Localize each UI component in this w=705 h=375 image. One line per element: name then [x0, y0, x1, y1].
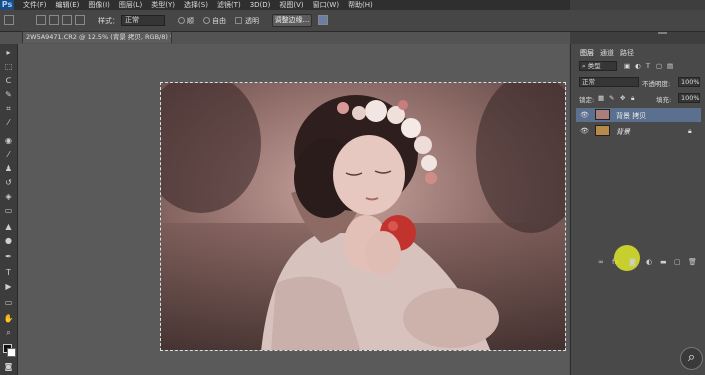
- clone-stamp-tool-icon[interactable]: ♟: [3, 164, 14, 173]
- layer-name[interactable]: 背景: [616, 127, 630, 137]
- add-mask-icon[interactable]: ◙: [629, 258, 636, 266]
- dodge-tool-icon[interactable]: ●: [3, 236, 14, 245]
- subtract-selection-icon[interactable]: [62, 15, 72, 25]
- radio-1[interactable]: [178, 17, 185, 24]
- radio-2[interactable]: [203, 17, 210, 24]
- layer-row-background[interactable]: 👁︎ 背景 🔒︎: [576, 124, 701, 138]
- style-label: 样式：: [98, 17, 119, 25]
- healing-brush-tool-icon[interactable]: ◉: [3, 136, 14, 145]
- opacity-label: 不透明度:: [642, 80, 671, 88]
- blur-tool-icon[interactable]: ▲: [3, 222, 14, 231]
- lock-label: 锁定:: [579, 96, 595, 104]
- workspace-icon[interactable]: [318, 15, 328, 25]
- toolbox: ▸ ⬚ ᑕ ✎ ⌗ ⁄ ◉ ⁄ ♟ ↺ ◈ ▭ ▲ ● ✒ T ▶ ▭ ✋ ⌕ …: [0, 44, 18, 375]
- menu-filter[interactable]: 滤镜(T): [217, 0, 241, 10]
- radio-1-label: 顺: [187, 17, 194, 25]
- checkbox-label: 透明: [245, 17, 259, 25]
- brush-tool-icon[interactable]: ⁄: [3, 150, 14, 159]
- style-select[interactable]: 正常: [121, 15, 165, 26]
- eraser-tool-icon[interactable]: ◈: [3, 192, 14, 201]
- layer-thumbnail: [595, 109, 610, 120]
- layer-thumbnail: [595, 125, 610, 136]
- lasso-tool-icon[interactable]: ᑕ: [3, 76, 14, 85]
- filter-smart-icon[interactable]: ▤: [667, 62, 673, 70]
- marquee-tool-icon[interactable]: ⬚: [3, 62, 14, 71]
- menu-view[interactable]: 视图(V): [279, 0, 303, 10]
- radio-2-label: 自由: [212, 17, 226, 25]
- quick-mask-icon[interactable]: ◙: [3, 362, 14, 371]
- document-tab[interactable]: 2W5A9471.CR2 @ 12.5% (背景 拷贝, RGB/8) *: [22, 31, 172, 43]
- marquee-tool-preset-icon[interactable]: [4, 15, 14, 25]
- eyedropper-tool-icon[interactable]: ⁄: [3, 118, 14, 127]
- crop-tool-icon[interactable]: ⌗: [3, 104, 14, 113]
- delete-layer-icon[interactable]: 🗑︎: [688, 258, 697, 266]
- quick-select-tool-icon[interactable]: ✎: [3, 90, 14, 99]
- document-canvas-image[interactable]: [160, 82, 566, 351]
- new-layer-icon[interactable]: ▢: [674, 258, 681, 266]
- magnifier-icon[interactable]: ⌕: [680, 347, 703, 370]
- tab-channels[interactable]: 通道: [600, 48, 614, 58]
- fill-label: 填充:: [656, 96, 672, 104]
- lock-all-icon[interactable]: 🔒︎: [631, 94, 634, 103]
- menu-select[interactable]: 选择(S): [184, 0, 208, 10]
- menu-window[interactable]: 窗口(W): [313, 0, 339, 10]
- lock-transparent-icon[interactable]: ▦: [598, 94, 604, 102]
- transparent-checkbox[interactable]: [235, 17, 242, 24]
- new-selection-icon[interactable]: [36, 15, 46, 25]
- add-selection-icon[interactable]: [49, 15, 59, 25]
- lock-icon: 🔒︎: [688, 127, 692, 135]
- zoom-tool-icon[interactable]: ⌕: [3, 328, 14, 337]
- layer-row-background-copy[interactable]: 👁︎ 背景 拷贝: [576, 108, 701, 122]
- menu-3d[interactable]: 3D(D): [250, 1, 271, 9]
- kind-filter-select[interactable]: ⌕ 类型: [579, 61, 617, 71]
- refine-edge-button[interactable]: 调整边缘...: [272, 14, 312, 27]
- menu-edit[interactable]: 编辑(E): [56, 0, 80, 10]
- type-tool-icon[interactable]: T: [3, 268, 14, 277]
- lock-pixels-icon[interactable]: ✎: [609, 94, 614, 102]
- filter-pixel-icon[interactable]: ▣: [624, 62, 630, 70]
- menu-help[interactable]: 帮助(H): [348, 0, 373, 10]
- menu-file[interactable]: 文件(F): [23, 0, 47, 10]
- tab-paths[interactable]: 路径: [620, 48, 634, 58]
- move-tool-icon[interactable]: ▸: [3, 48, 14, 57]
- shape-tool-icon[interactable]: ▭: [3, 298, 14, 307]
- adjustment-layer-icon[interactable]: ◐: [646, 258, 652, 266]
- options-bar: 样式： 正常 顺 自由 透明 调整边缘...: [0, 10, 705, 32]
- portrait-photo: [161, 83, 565, 350]
- cursor-highlight: [614, 245, 640, 271]
- link-layers-icon[interactable]: ∞: [598, 258, 604, 266]
- tab-layers[interactable]: 图层: [580, 48, 594, 58]
- menu-type[interactable]: 类型(Y): [151, 0, 175, 10]
- fill-input[interactable]: 100%: [678, 93, 700, 103]
- kind-filter-value: 类型: [587, 62, 601, 70]
- intersect-selection-icon[interactable]: [75, 15, 85, 25]
- gradient-tool-icon[interactable]: ▭: [3, 206, 14, 215]
- app-logo: Ps: [0, 0, 14, 10]
- history-brush-tool-icon[interactable]: ↺: [3, 178, 14, 187]
- path-select-tool-icon[interactable]: ▶: [3, 282, 14, 291]
- new-group-icon[interactable]: ▬: [660, 258, 667, 266]
- blend-mode-select[interactable]: 正常: [579, 77, 639, 87]
- hand-tool-icon[interactable]: ✋: [3, 314, 14, 323]
- menu-image[interactable]: 图像(I): [88, 0, 110, 10]
- lock-position-icon[interactable]: ✥: [620, 94, 625, 102]
- filter-type-icon[interactable]: T: [646, 62, 650, 70]
- opacity-input[interactable]: 100%: [678, 77, 700, 87]
- visibility-eye-icon[interactable]: 👁︎: [580, 127, 589, 135]
- search-icon: ⌕: [582, 62, 586, 70]
- layer-name[interactable]: 背景 拷贝: [616, 111, 646, 121]
- pen-tool-icon[interactable]: ✒: [3, 252, 14, 261]
- menu-layer[interactable]: 图层(L): [119, 0, 142, 10]
- filter-shape-icon[interactable]: ▢: [656, 62, 662, 70]
- color-swatch-icon[interactable]: [3, 344, 16, 357]
- filter-adjust-icon[interactable]: ◐: [635, 62, 641, 70]
- visibility-eye-icon[interactable]: 👁︎: [580, 111, 589, 119]
